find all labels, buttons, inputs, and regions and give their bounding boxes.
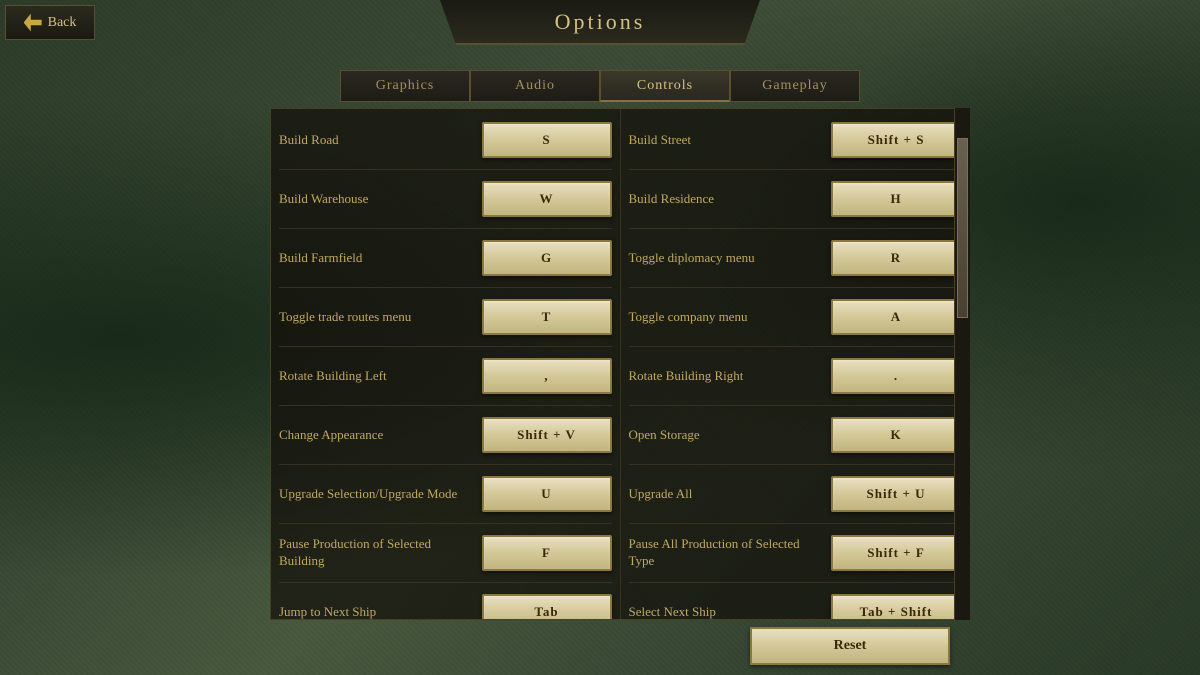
row-divider <box>279 228 612 229</box>
keybind-key[interactable]: F <box>482 535 612 571</box>
row-divider <box>279 169 612 170</box>
back-label: Back <box>48 15 77 31</box>
keybind-label: Pause Production of Selected Building <box>279 536 476 570</box>
keybind-key[interactable]: S <box>482 122 612 158</box>
keybind-row: Pause All Production of Selected TypeShi… <box>629 532 962 574</box>
keybind-label: Jump to Next Ship <box>279 604 476 619</box>
keybind-key[interactable]: Shift + V <box>482 417 612 453</box>
tab-audio[interactable]: Audio <box>470 70 600 102</box>
keybind-label: Build Residence <box>629 191 826 208</box>
keybind-key[interactable]: Shift + U <box>831 476 961 512</box>
keybind-key[interactable]: A <box>831 299 961 335</box>
keybind-label: Toggle trade routes menu <box>279 309 476 326</box>
keybind-key[interactable]: R <box>831 240 961 276</box>
keybind-row: Build Street Shift + S <box>629 119 962 161</box>
keybind-row: Select Next Ship Tab + Shift <box>629 591 962 619</box>
row-divider <box>629 523 962 524</box>
keybind-key[interactable]: Shift + F <box>831 535 961 571</box>
row-divider <box>629 287 962 288</box>
keybind-label: Upgrade Selection/Upgrade Mode <box>279 486 476 503</box>
keybind-label: Select Next Ship <box>629 604 826 619</box>
keybind-key[interactable]: Shift + S <box>831 122 961 158</box>
row-divider <box>629 582 962 583</box>
keybind-key[interactable]: K <box>831 417 961 453</box>
reset-button[interactable]: Reset <box>750 627 950 665</box>
tabs-container: Graphics Audio Controls Gameplay <box>340 70 860 102</box>
scrollbar[interactable] <box>954 108 970 620</box>
keybind-key[interactable]: Tab <box>482 594 612 619</box>
keybind-key[interactable]: G <box>482 240 612 276</box>
page-title: Options <box>555 9 646 35</box>
scrollbar-thumb[interactable] <box>957 138 968 318</box>
keybind-label: Build Warehouse <box>279 191 476 208</box>
keybind-row: Build Road S <box>279 119 612 161</box>
row-divider <box>279 464 612 465</box>
keybind-label: Change Appearance <box>279 427 476 444</box>
row-divider <box>279 523 612 524</box>
row-divider <box>279 346 612 347</box>
keybind-label: Build Farmfield <box>279 250 476 267</box>
keybind-row: Jump to Next Ship Tab <box>279 591 612 619</box>
keybind-label: Toggle diplomacy menu <box>629 250 826 267</box>
keybind-row: Toggle trade routes menu T <box>279 296 612 338</box>
keybind-key[interactable]: H <box>831 181 961 217</box>
keybind-row: Toggle company menu A <box>629 296 962 338</box>
keybind-label: Toggle company menu <box>629 309 826 326</box>
keybind-key[interactable]: Tab + Shift <box>831 594 961 619</box>
keybind-row: Pause Production of Selected BuildingF <box>279 532 612 574</box>
keybind-label: Upgrade All <box>629 486 826 503</box>
keybind-row: Toggle diplomacy menu R <box>629 237 962 279</box>
right-column: Build Street Shift + S Build Residence H Tog… <box>620 109 970 619</box>
row-divider <box>279 287 612 288</box>
keybind-row: Build Warehouse W <box>279 178 612 220</box>
keybind-row: Change Appearance Shift + V <box>279 414 612 456</box>
keybind-row: Rotate Building Left, <box>279 355 612 397</box>
row-divider <box>629 169 962 170</box>
tab-graphics[interactable]: Graphics <box>340 70 470 102</box>
tab-gameplay[interactable]: Gameplay <box>730 70 860 102</box>
keybind-label: Rotate Building Left <box>279 368 476 385</box>
keybind-key[interactable]: T <box>482 299 612 335</box>
row-divider <box>279 582 612 583</box>
keybind-label: Build Street <box>629 132 826 149</box>
back-button[interactable]: Back <box>5 5 95 40</box>
keybind-row: Open Storage K <box>629 414 962 456</box>
row-divider <box>629 346 962 347</box>
keybind-key[interactable]: U <box>482 476 612 512</box>
row-divider <box>629 464 962 465</box>
row-divider <box>279 405 612 406</box>
reset-label: Reset <box>834 638 867 654</box>
keybind-row: Upgrade Selection/Upgrade Mode U <box>279 473 612 515</box>
keybind-key[interactable]: W <box>482 181 612 217</box>
title-bar: Options <box>440 0 760 45</box>
keybind-row: Rotate Building Right. <box>629 355 962 397</box>
left-column: Build Road S Build Warehouse W Build Farmfie… <box>271 109 620 619</box>
keybind-key[interactable]: . <box>831 358 961 394</box>
keybind-label: Open Storage <box>629 427 826 444</box>
keybind-row: Build Farmfield G <box>279 237 612 279</box>
keybind-label: Pause All Production of Selected Type <box>629 536 826 570</box>
keybind-label: Rotate Building Right <box>629 368 826 385</box>
row-divider <box>629 405 962 406</box>
keybind-label: Build Road <box>279 132 476 149</box>
keybind-row: Upgrade All Shift + U <box>629 473 962 515</box>
controls-panel: Build Road S Build Warehouse W Build Farmfie… <box>270 108 970 620</box>
back-icon <box>24 14 42 32</box>
tab-controls[interactable]: Controls <box>600 70 730 102</box>
keybind-key[interactable]: , <box>482 358 612 394</box>
row-divider <box>629 228 962 229</box>
keybind-row: Build Residence H <box>629 178 962 220</box>
